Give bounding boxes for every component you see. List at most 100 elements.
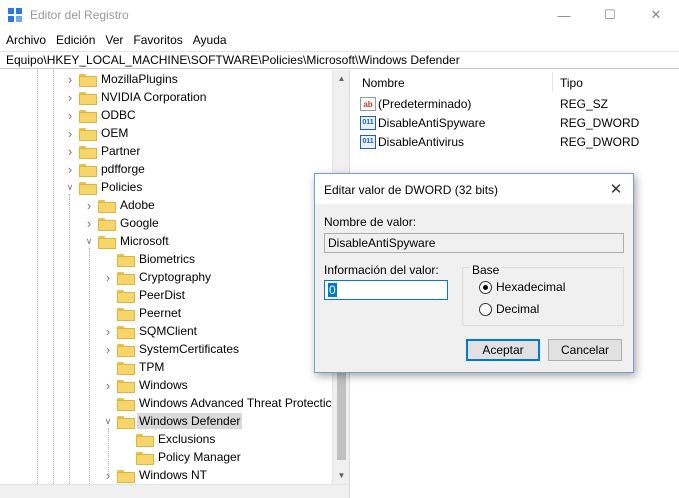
- folder-icon: [98, 199, 116, 213]
- chevron-right-icon[interactable]: ›: [102, 376, 114, 394]
- tree-item[interactable]: › Windows: [102, 376, 190, 394]
- chevron-right-icon[interactable]: ›: [64, 160, 76, 178]
- folder-icon: [79, 127, 97, 141]
- value-row[interactable]: 011 DisableAntiSpyware REG_DWORD: [360, 114, 670, 132]
- chevron-right-icon[interactable]: ›: [64, 70, 76, 88]
- tree-item[interactable]: ›Policy Manager: [121, 448, 243, 466]
- tree-horizontal-scrollbar[interactable]: [0, 484, 349, 498]
- tree-item[interactable]: › SystemCertificates: [102, 340, 241, 358]
- folder-icon: [136, 451, 154, 465]
- chevron-right-icon[interactable]: ›: [83, 196, 95, 214]
- value-data-text: 0: [328, 283, 337, 297]
- tree-item[interactable]: ›Peernet: [102, 304, 183, 322]
- folder-icon: [117, 325, 135, 339]
- scrollbar-thumb[interactable]: [337, 360, 346, 460]
- cancel-button[interactable]: Cancelar: [548, 339, 622, 361]
- tree-item[interactable]: › Google: [83, 214, 161, 232]
- value-name: (Predeterminado): [378, 97, 472, 111]
- radio-decimal-label: Decimal: [496, 302, 540, 316]
- folder-icon: [117, 271, 135, 285]
- tree-item-label: Windows: [139, 378, 188, 392]
- minimize-button[interactable]: —: [541, 0, 587, 30]
- tree-item[interactable]: ›Windows Advanced Threat Protectic: [102, 394, 332, 412]
- value-type: REG_DWORD: [560, 135, 640, 149]
- menu-archivo[interactable]: Archivo: [0, 30, 51, 50]
- folder-icon: [79, 73, 97, 87]
- chevron-right-icon[interactable]: ›: [64, 88, 76, 106]
- dialog-close-button[interactable]: ✕: [605, 179, 627, 199]
- tree-item[interactable]: › Adobe: [83, 196, 157, 214]
- folder-icon: [98, 235, 116, 249]
- menu-ayuda[interactable]: Ayuda: [188, 30, 232, 50]
- tree-item[interactable]: › pdfforge: [64, 160, 147, 178]
- tree-item-label: Partner: [101, 144, 141, 158]
- chevron-right-icon[interactable]: ›: [102, 322, 114, 340]
- chevron-down-icon[interactable]: ∨: [64, 178, 76, 196]
- folder-icon: [79, 145, 97, 159]
- value-data-label: Información del valor:: [324, 263, 439, 277]
- folder-icon: [79, 163, 97, 177]
- value-row[interactable]: ab (Predeterminado) REG_SZ: [360, 95, 670, 113]
- tree-item[interactable]: › MozillaPlugins: [64, 70, 180, 88]
- tree-item-label: OEM: [101, 126, 129, 140]
- tree-item[interactable]: › Windows NT: [102, 466, 209, 484]
- tree-item[interactable]: › SQMClient: [102, 322, 199, 340]
- chevron-right-icon[interactable]: ›: [102, 268, 114, 286]
- tree-item-label: Exclusions: [158, 432, 216, 446]
- chevron-right-icon[interactable]: ›: [102, 466, 114, 484]
- tree-item[interactable]: › OEM: [64, 124, 130, 142]
- folder-icon: [79, 109, 97, 123]
- tree-item[interactable]: › ODBC: [64, 106, 138, 124]
- column-header-name[interactable]: Nombre: [362, 70, 405, 94]
- value-data-input[interactable]: 0: [324, 280, 448, 300]
- tree-item[interactable]: › Cryptography: [102, 268, 213, 286]
- address-bar[interactable]: Equipo\HKEY_LOCAL_MACHINE\SOFTWARE\Polic…: [0, 51, 679, 69]
- value-row[interactable]: 011 DisableAntivirus REG_DWORD: [360, 133, 670, 151]
- tree-item[interactable]: › NVIDIA Corporation: [64, 88, 208, 106]
- radio-unchecked-icon: [479, 302, 492, 316]
- scroll-down-arrow-icon[interactable]: ▼: [333, 467, 350, 484]
- value-name: DisableAntiSpyware: [378, 116, 486, 130]
- folder-icon: [117, 289, 135, 303]
- tree-item[interactable]: ›TPM: [102, 358, 166, 376]
- column-separator[interactable]: [552, 72, 553, 92]
- tree-item[interactable]: ›PeerDist: [102, 286, 187, 304]
- edit-dword-dialog: Editar valor de DWORD (32 bits) ✕ Nombre…: [314, 173, 634, 373]
- chevron-right-icon[interactable]: ›: [102, 340, 114, 358]
- menu-ver[interactable]: Ver: [100, 30, 128, 50]
- tree-item-label: Windows NT: [139, 468, 208, 482]
- tree-item[interactable]: ∨ Policies: [64, 178, 144, 196]
- title-bar: Editor del Registro — ☐ ✕: [0, 0, 679, 30]
- menu-favoritos[interactable]: Favoritos: [128, 30, 187, 50]
- tree-item[interactable]: ›Biometrics: [102, 250, 197, 268]
- folder-icon: [117, 379, 135, 393]
- scroll-up-arrow-icon[interactable]: ▲: [333, 70, 350, 87]
- chevron-right-icon[interactable]: ›: [64, 106, 76, 124]
- column-header-type[interactable]: Tipo: [560, 70, 583, 94]
- key-tree: › MozillaPlugins › NVIDIA Corporation › ODBC ›…: [0, 70, 332, 484]
- chevron-down-icon[interactable]: ∨: [102, 412, 114, 430]
- value-name: DisableAntivirus: [378, 135, 465, 149]
- radio-decimal[interactable]: Decimal: [479, 302, 539, 316]
- ok-button[interactable]: Aceptar: [466, 339, 540, 361]
- base-group-label: Base: [470, 263, 502, 277]
- dword-value-icon: 011: [360, 116, 376, 130]
- chevron-down-icon[interactable]: ∨: [83, 232, 95, 250]
- dialog-title: Editar valor de DWORD (32 bits): [324, 183, 499, 197]
- chevron-right-icon[interactable]: ›: [64, 142, 76, 160]
- radio-hexadecimal[interactable]: Hexadecimal: [479, 280, 565, 294]
- menu-edicion[interactable]: Edición: [51, 30, 100, 50]
- tree-item[interactable]: › Partner: [64, 142, 142, 160]
- tree-item[interactable]: ›Exclusions: [121, 430, 217, 448]
- tree-item-label: NVIDIA Corporation: [101, 90, 207, 104]
- chevron-right-icon[interactable]: ›: [83, 214, 95, 232]
- close-button[interactable]: ✕: [633, 0, 679, 30]
- tree-item[interactable]: ∨ Microsoft: [83, 232, 171, 250]
- tree-item-label: Windows Advanced Threat Protectic: [139, 396, 332, 410]
- tree-item[interactable]: ∨ Windows Defender: [102, 412, 243, 430]
- folder-icon: [117, 343, 135, 357]
- chevron-right-icon[interactable]: ›: [64, 124, 76, 142]
- radio-hexadecimal-label: Hexadecimal: [496, 280, 566, 294]
- maximize-button[interactable]: ☐: [587, 0, 633, 30]
- folder-icon: [117, 361, 135, 375]
